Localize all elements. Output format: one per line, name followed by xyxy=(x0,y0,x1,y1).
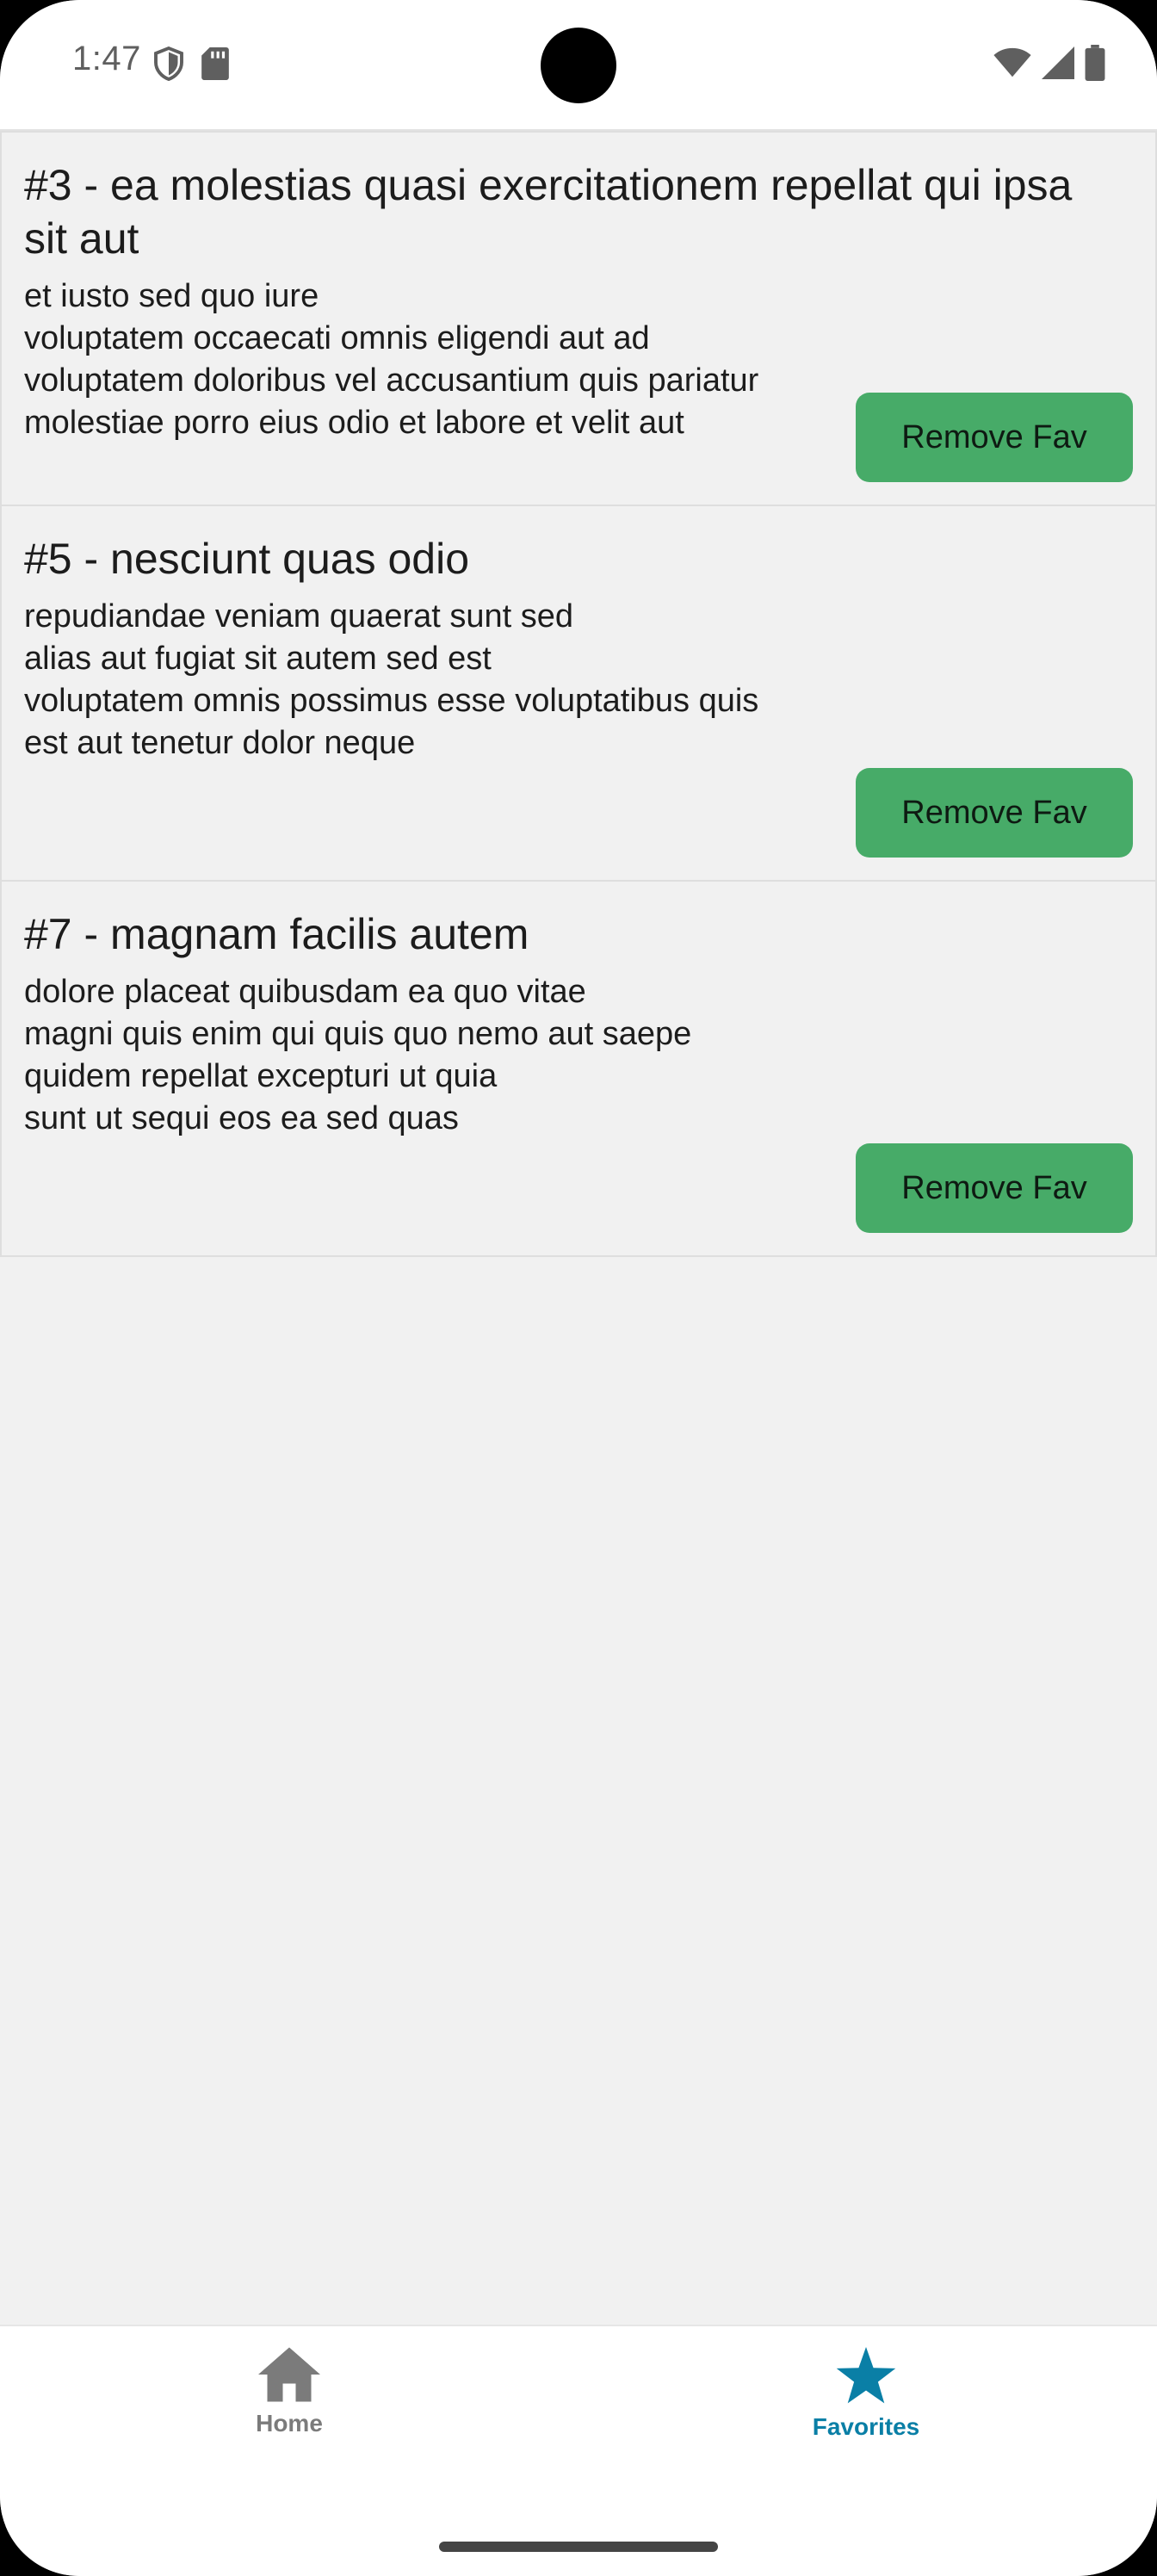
shield-icon xyxy=(153,46,184,85)
phone-screen: 1:47 #3 - ea molestias quasi exercitatio… xyxy=(0,0,1157,2576)
bottom-navigation: Home Favorites xyxy=(0,2325,1157,2576)
remove-fav-button[interactable]: Remove Fav xyxy=(856,393,1133,482)
post-body: repudiandae veniam quaerat sunt sed alia… xyxy=(24,598,759,761)
status-time: 1:47 xyxy=(72,40,141,77)
nav-tab-favorites[interactable]: Favorites xyxy=(737,2347,995,2441)
star-icon xyxy=(835,2347,897,2410)
signal-icon xyxy=(1042,46,1074,84)
battery-icon xyxy=(1085,45,1105,85)
favorite-card: #7 - magnam facilis autem dolore placeat… xyxy=(0,882,1157,1257)
favorite-card: #3 - ea molestias quasi exercitationem r… xyxy=(0,131,1157,506)
sd-card-icon xyxy=(201,47,229,84)
wifi-icon xyxy=(993,47,1031,83)
favorites-list[interactable]: #3 - ea molestias quasi exercitationem r… xyxy=(0,131,1157,1257)
nav-label-favorites: Favorites xyxy=(812,2413,920,2440)
post-title: #7 - magnam facilis autem xyxy=(24,910,529,958)
remove-fav-button[interactable]: Remove Fav xyxy=(856,768,1133,858)
post-title: #3 - ea molestias quasi exercitationem r… xyxy=(24,161,1073,263)
post-title: #5 - nesciunt quas odio xyxy=(24,535,470,583)
remove-fav-button[interactable]: Remove Fav xyxy=(856,1143,1133,1233)
favorite-card: #5 - nesciunt quas odio repudiandae veni… xyxy=(0,506,1157,882)
status-bar: 1:47 xyxy=(0,0,1157,131)
nav-label-home: Home xyxy=(256,2410,323,2437)
nav-tab-home[interactable]: Home xyxy=(160,2347,418,2437)
gesture-home-bar[interactable] xyxy=(439,2542,718,2552)
status-right-icons xyxy=(993,45,1105,85)
post-body: dolore placeat quibusdam ea quo vitae ma… xyxy=(24,974,692,1136)
camera-cutout xyxy=(541,28,616,103)
status-left-icons xyxy=(153,46,229,85)
home-icon xyxy=(258,2347,320,2406)
